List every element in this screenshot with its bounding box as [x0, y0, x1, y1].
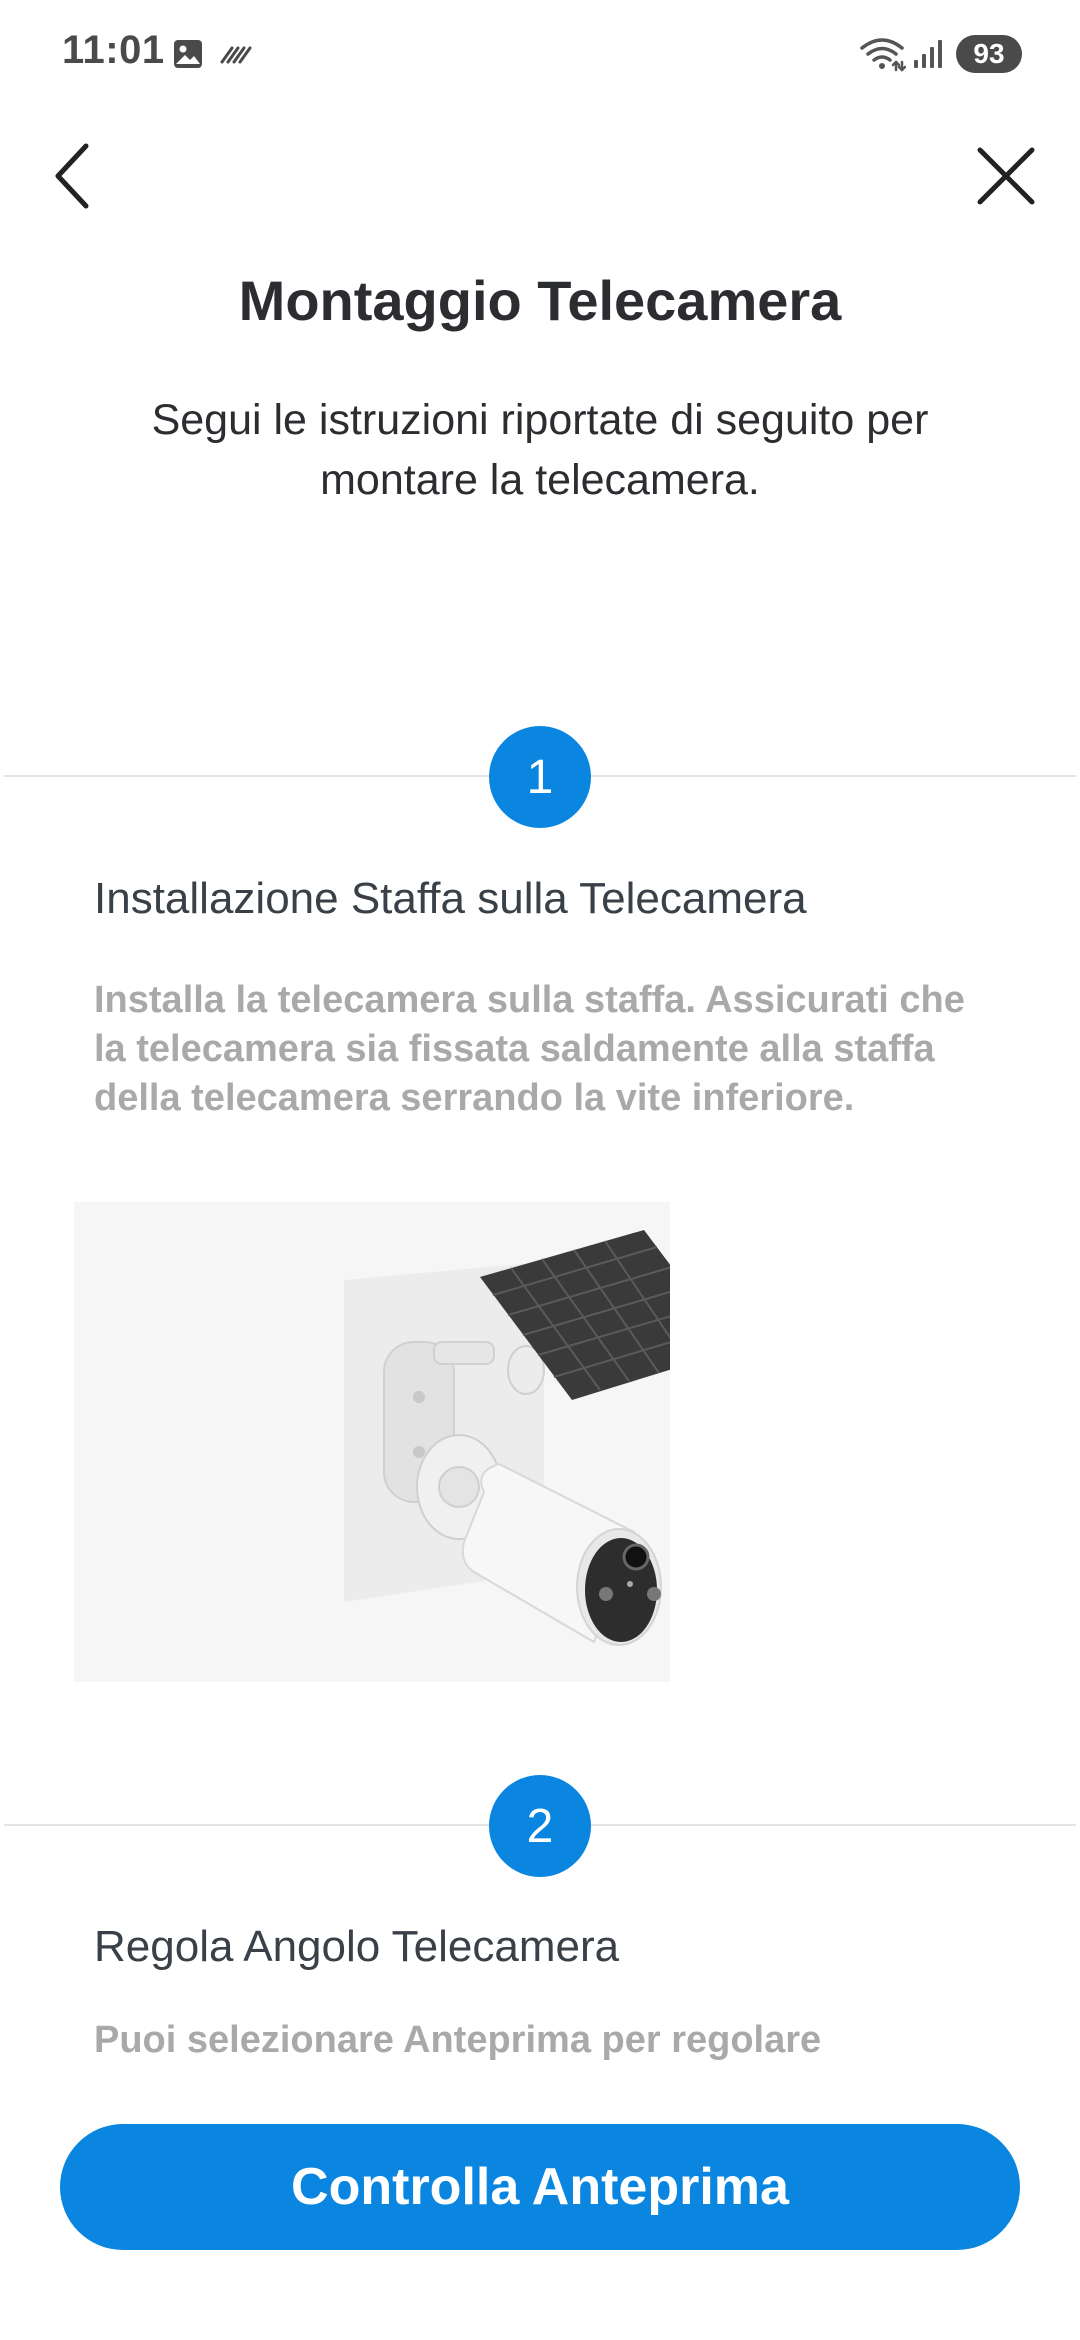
step-2-description-clip: Puoi selezionare Anteprima per regolare	[94, 1960, 994, 2066]
image-icon	[174, 40, 202, 68]
page-title: Montaggio Telecamera	[238, 269, 842, 332]
step-2-number: 2	[526, 1799, 554, 1853]
step-1-title: Installazione Staffa sulla Telecamera	[94, 874, 807, 923]
close-icon	[977, 147, 1035, 205]
status-time: 11:01	[62, 28, 165, 72]
back-button[interactable]	[44, 138, 104, 214]
check-preview-button[interactable]: Controlla Anteprima	[60, 2124, 1020, 2250]
page-subtitle: Segui le istruzioni riportate di seguito…	[151, 396, 929, 504]
camera-mounting-screen: 11:01 93 Montaggio Telecamera Segui le i…	[0, 0, 1080, 2340]
signal-icon	[914, 40, 942, 68]
close-button[interactable]	[970, 140, 1042, 212]
wifi-icon	[860, 38, 906, 72]
step-2-badge: 2	[489, 1775, 591, 1877]
step-1-badge: 1	[489, 726, 591, 828]
battery-level: 93	[973, 38, 1005, 69]
step-1-description: Installa la telecamera sulla staffa. Ass…	[94, 979, 965, 1119]
camera-bracket-solar-panel-illustration	[74, 1202, 670, 1682]
battery-indicator: 93	[956, 35, 1022, 73]
nfc-icon	[220, 46, 252, 64]
step-1-number: 1	[526, 750, 554, 804]
chevron-left-icon	[55, 143, 89, 209]
status-bar: 11:01 93	[0, 0, 1080, 110]
step-2-description: Puoi selezionare Anteprima per regolare	[94, 2019, 822, 2061]
